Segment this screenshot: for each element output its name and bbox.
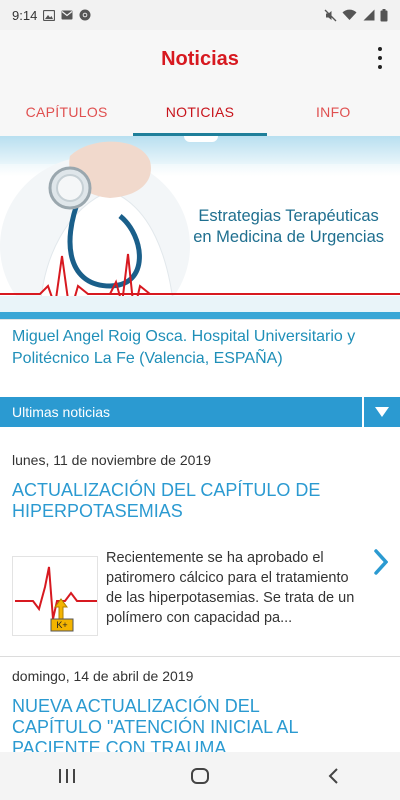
status-time: 9:14 [12, 7, 38, 23]
banner-title-line2: en Medicina de Urgencias [193, 228, 384, 246]
news-title-link[interactable]: ACTUALIZACIÓN DEL CAPÍTULO DE HIPERPOTAS… [12, 480, 342, 522]
image-icon [43, 9, 56, 21]
screen: 9:14 Noticias CAPÍTULOS NOTICIAS INFO Es… [0, 0, 400, 800]
divider [0, 656, 400, 657]
ecg-potassium-icon: K+ [15, 566, 97, 632]
mute-icon [324, 9, 337, 22]
app-banner: Estrategias Terapéuticas en Medicina de … [0, 136, 400, 320]
caret-down-icon[interactable] [362, 397, 400, 427]
banner-title: Estrategias Terapéuticas en Medicina de … [193, 206, 384, 248]
status-bar: 9:14 [0, 0, 400, 30]
more-vert-icon[interactable] [374, 47, 386, 69]
tab-info[interactable]: INFO [267, 88, 400, 136]
news-thumbnail[interactable]: K+ [12, 556, 98, 636]
chrome-icon [79, 9, 91, 21]
app-bar: Noticias [0, 30, 400, 88]
section-label: Ultimas noticias [12, 404, 111, 420]
tab-capitulos[interactable]: CAPÍTULOS [0, 88, 133, 136]
news-summary: Recientemente se ha aprobado el patirome… [106, 550, 355, 626]
signal-icon [362, 9, 375, 21]
author-text: Miguel Angel Roig Osca. Hospital Univers… [12, 328, 356, 367]
news-title-link[interactable]: NUEVA ACTUALIZACIÓN DEL CAPÍTULO "ATENCI… [12, 696, 312, 759]
back-icon[interactable] [303, 756, 363, 796]
thumb-label: K+ [56, 620, 67, 630]
email-icon [61, 10, 73, 20]
tab-bar: CAPÍTULOS NOTICIAS INFO [0, 88, 400, 136]
wifi-icon [342, 9, 357, 21]
section-header-latest-news: Ultimas noticias [0, 397, 400, 427]
chevron-right-icon[interactable] [374, 548, 389, 583]
page-title: Noticias [161, 47, 239, 70]
battery-icon [380, 8, 388, 22]
home-icon[interactable] [170, 756, 230, 796]
recent-apps-icon[interactable] [37, 756, 97, 796]
tab-noticias[interactable]: NOTICIAS [133, 88, 267, 136]
banner-title-line1: Estrategias Terapéuticas [198, 207, 379, 225]
news-date: domingo, 14 de abril de 2019 [12, 668, 194, 684]
system-nav-bar [0, 752, 400, 800]
news-date: lunes, 11 de noviembre de 2019 [12, 452, 211, 468]
